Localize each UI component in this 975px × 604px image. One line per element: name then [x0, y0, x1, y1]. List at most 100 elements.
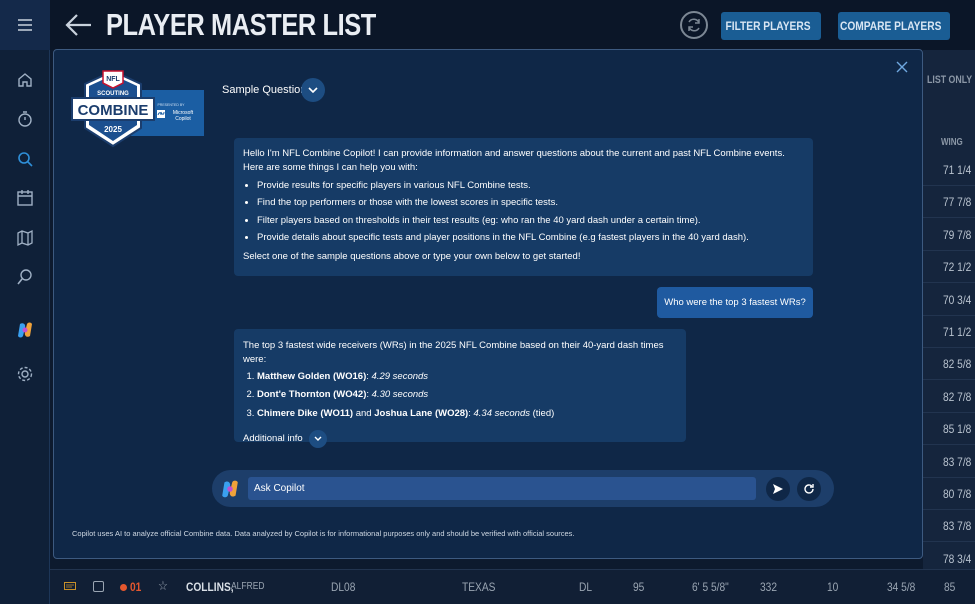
refresh-icon	[804, 484, 814, 494]
additional-info-toggle[interactable]: Additional info	[243, 429, 677, 448]
player-wing: 85	[944, 580, 956, 594]
wing-cell: 71 1/4	[943, 163, 972, 177]
player-weight: 332	[760, 580, 778, 594]
copilot-icon[interactable]	[15, 320, 35, 340]
player-name: Matthew Golden (WO16)	[257, 370, 367, 382]
player-last-name: COLLINS,	[186, 580, 234, 594]
row-divider	[923, 509, 975, 510]
copilot-modal: NFL SCOUTING COMBINE 2025 PRESENTED BY M…	[53, 49, 923, 559]
logo-combine-text: COMBINE	[78, 102, 149, 119]
star-icon[interactable]: ☆	[158, 578, 168, 594]
user-message-text: Who were the top 3 fastest WRs?	[664, 296, 806, 308]
send-icon	[773, 484, 783, 494]
joiner-text: and	[353, 408, 375, 420]
calendar-icon[interactable]	[15, 188, 35, 208]
row-divider	[923, 541, 975, 543]
player-first-name: ALFRED	[231, 581, 265, 592]
row-divider	[923, 444, 975, 446]
row-divider	[923, 282, 975, 284]
wing-cell: 78 3/4	[943, 551, 972, 566]
wing-cell: 83 7/8	[943, 454, 972, 469]
chevron-down-icon	[308, 87, 318, 93]
compare-players-label: COMPARE PLAYERS	[840, 19, 942, 33]
message-icon[interactable]	[64, 582, 76, 592]
list-item: Find the top performers or those with th…	[257, 196, 804, 210]
sample-questions-label[interactable]: Sample Questions	[222, 84, 312, 96]
compare-players-button[interactable]: COMPARE PLAYERS	[838, 12, 950, 40]
list-item: Provide details about specific tests and…	[257, 231, 804, 245]
row-divider	[923, 411, 975, 413]
logo-year-text: 2025	[104, 125, 122, 134]
player-position: DL	[579, 580, 593, 594]
settings-icon[interactable]	[15, 364, 35, 384]
sample-questions-dropdown[interactable]	[301, 78, 325, 102]
player-name: Chimere Dike (WO11)	[257, 408, 354, 420]
tie-note: (tied)	[530, 408, 555, 420]
dash-time: 4.30 seconds	[371, 389, 429, 401]
row-divider	[923, 379, 975, 381]
wing-cell: 79 7/8	[943, 227, 972, 242]
row-checkbox[interactable]	[93, 581, 104, 592]
logo-presented-by: PRESENTED BY	[157, 103, 185, 107]
menu-icon[interactable]	[0, 0, 50, 50]
row-divider	[923, 347, 975, 348]
wing-cell: 80 7/8	[943, 487, 972, 501]
row-divider	[923, 476, 975, 478]
player-name: Dont'e Thornton (WO42)	[257, 389, 367, 401]
stopwatch-icon[interactable]	[15, 109, 35, 129]
wing-cell: 71 1/2	[943, 325, 972, 339]
wing-cell: 83 7/8	[943, 519, 972, 534]
status-dot	[120, 584, 127, 591]
logo-nfl-text: NFL	[106, 76, 120, 83]
player-code: DL08	[331, 580, 356, 594]
wing-cell: 77 7/8	[943, 195, 972, 210]
list-item: Filter players based on thresholds in th…	[257, 214, 804, 228]
player-name: Joshua Lane (WO28)	[374, 408, 469, 420]
player-height: 6' 5 5/8"	[692, 580, 729, 594]
wing-cell: 70 3/4	[943, 292, 972, 307]
dash-time: 4.29 seconds	[371, 370, 429, 382]
page-title: PLAYER MASTER LIST	[106, 7, 376, 42]
row-divider	[923, 314, 975, 316]
top-bar: PLAYER MASTER LIST FILTER PLAYERS COMPAR…	[50, 0, 975, 50]
ask-copilot-input[interactable]	[248, 477, 756, 500]
back-arrow-icon[interactable]	[64, 10, 94, 40]
home-icon[interactable]	[15, 70, 35, 90]
player-number: 01	[130, 580, 142, 594]
wing-cell: 82 7/8	[943, 389, 972, 404]
table-row[interactable]: 01 ☆ COLLINS, ALFRED DL08 TEXAS DL 95 6'…	[50, 569, 975, 604]
refresh-icon	[688, 18, 700, 32]
copilot-input-bar	[212, 470, 834, 507]
copilot-intro-message: Hello I'm NFL Combine Copilot! I can pro…	[234, 138, 813, 276]
answer-intro: The top 3 fastest wide receivers (WRs) i…	[243, 340, 664, 365]
reset-chat-button[interactable]	[797, 477, 821, 501]
sidebar	[0, 0, 50, 604]
logo-sponsor-line2: Copilot	[175, 116, 191, 122]
row-divider	[923, 249, 975, 251]
wing-cell: 85 1/8	[943, 422, 972, 437]
player-search-icon[interactable]	[15, 149, 35, 169]
dash-time: 4.34 seconds	[473, 408, 530, 420]
list-item: Dont'e Thornton (WO42): 4.30 seconds	[257, 388, 677, 402]
copilot-logo-icon	[220, 479, 240, 499]
close-icon[interactable]	[896, 60, 908, 73]
refresh-button[interactable]	[680, 11, 708, 39]
capability-list: Provide results for specific players in …	[257, 179, 804, 245]
filter-players-button[interactable]: FILTER PLAYERS	[721, 12, 821, 40]
list-only-toggle-label[interactable]: LIST ONLY	[927, 74, 972, 86]
list-item: Matthew Golden (WO16): 4.29 seconds	[257, 370, 677, 384]
intro-text: Hello I'm NFL Combine Copilot! I can pro…	[243, 148, 785, 173]
wing-column-header[interactable]: WING	[941, 137, 963, 148]
intro-footer: Select one of the sample questions above…	[243, 250, 581, 262]
player-grade: 95	[633, 580, 645, 594]
user-message: Who were the top 3 fastest WRs?	[657, 287, 813, 318]
wing-cell: 82 5/8	[943, 357, 972, 372]
list-item: Chimere Dike (WO11) and Joshua Lane (WO2…	[257, 407, 677, 421]
additional-info-label: Additional info	[243, 432, 303, 444]
search-icon[interactable]	[15, 267, 35, 287]
chevron-down-icon[interactable]	[308, 429, 327, 448]
map-icon[interactable]	[15, 228, 35, 248]
list-item: Provide results for specific players in …	[257, 179, 804, 193]
send-button[interactable]	[766, 477, 790, 501]
wing-cell: 72 1/2	[943, 260, 972, 275]
